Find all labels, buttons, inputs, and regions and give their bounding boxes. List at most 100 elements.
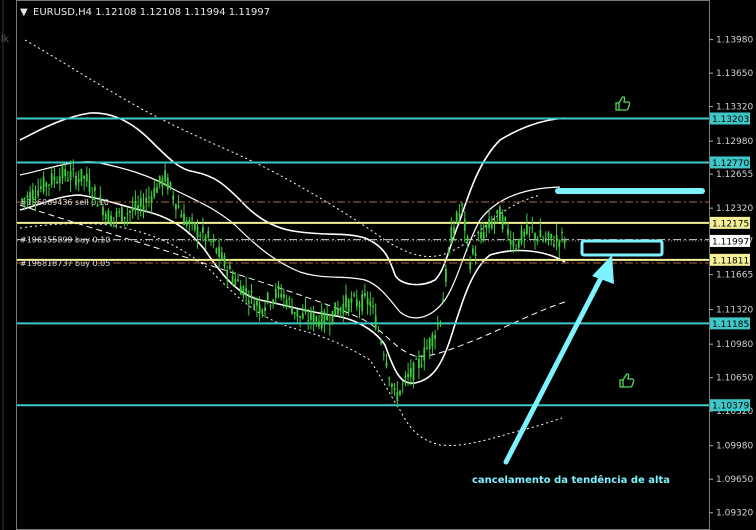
horizontal-levels — [17, 117, 709, 407]
candle-body — [104, 213, 107, 220]
candle-body — [374, 315, 377, 330]
candle-body — [247, 300, 250, 304]
candle-body — [253, 303, 256, 310]
candle-body — [274, 288, 277, 299]
axis-tick-label: 1.11665 — [716, 271, 753, 281]
candle-body — [328, 322, 331, 325]
candle-body — [450, 227, 453, 244]
candle-body — [261, 309, 264, 314]
candle-body — [485, 225, 488, 229]
candle-body — [380, 341, 382, 344]
candle-body — [409, 368, 412, 377]
candle-body — [501, 215, 504, 230]
candle-body — [466, 236, 469, 242]
candle-body — [45, 182, 48, 187]
bollinger-lower-outer — [19, 223, 563, 446]
candle-body — [499, 206, 501, 222]
candle-body — [358, 304, 361, 307]
candle-body — [385, 362, 388, 367]
candle-body — [388, 377, 391, 380]
candle-body — [183, 214, 185, 226]
candle-body — [131, 207, 134, 211]
candle-body — [180, 214, 183, 218]
axis-tick-label: 1.09320 — [716, 509, 753, 519]
axis-tick-label: 1.10980 — [716, 340, 753, 350]
candle-body — [474, 253, 477, 257]
candle-body — [288, 298, 291, 300]
candle-body — [445, 268, 447, 282]
candle-body — [393, 387, 396, 390]
chart-menu-icon[interactable]: ▼ — [20, 7, 28, 18]
candle-body — [199, 235, 202, 237]
candle-body — [334, 302, 337, 316]
axis-tick-label: 1.12320 — [716, 204, 753, 214]
candle-body — [31, 189, 34, 200]
candle-body — [372, 305, 374, 308]
level-price-tag-label: 1.11185 — [712, 320, 749, 330]
candle-body — [94, 187, 96, 191]
candle-body — [50, 173, 53, 185]
candle-body — [296, 309, 299, 317]
candle-body — [121, 207, 123, 222]
candle-body — [520, 230, 523, 243]
candle-body — [64, 169, 67, 177]
candle-body — [212, 240, 215, 242]
symbol-info: EURUSD,H4 1.12108 1.12108 1.11994 1.1199… — [33, 7, 270, 18]
candle-body — [512, 240, 515, 247]
candle-body — [307, 319, 310, 322]
candle-body — [323, 311, 326, 325]
candle-body — [139, 198, 142, 207]
candle-body — [231, 276, 234, 282]
candle-body — [531, 227, 534, 229]
candle-body — [172, 195, 175, 200]
candle-body — [215, 248, 218, 253]
candle-body — [126, 213, 129, 215]
candle-body — [353, 294, 355, 296]
candle-body — [412, 362, 415, 381]
candle-body — [291, 307, 293, 314]
candle-body — [526, 224, 528, 234]
candle-body — [480, 232, 482, 239]
candle-body — [280, 293, 283, 298]
level-price-tag-label: 1.13203 — [712, 115, 749, 125]
candle-body — [26, 194, 29, 199]
candle-body — [129, 211, 131, 213]
candle-body — [517, 238, 520, 248]
candle-body — [407, 373, 409, 378]
candle-body — [482, 231, 485, 239]
candle-body — [110, 215, 112, 226]
candle-body — [312, 313, 315, 325]
candle-body — [415, 358, 418, 360]
candle-body — [496, 210, 499, 214]
candle-body — [256, 300, 258, 306]
candle-body — [277, 285, 280, 290]
candle-body — [563, 239, 566, 244]
thumbs-up-icon — [615, 96, 631, 111]
candle-body — [399, 390, 401, 395]
axis-tick-label: 1.12655 — [716, 170, 753, 180]
candle-body — [418, 358, 420, 368]
axis-tick-label: 1.12980 — [716, 137, 753, 147]
candle-body — [210, 240, 212, 242]
axis-tick-label: 1.13320 — [716, 103, 753, 113]
price-chart[interactable]: ilk ▼ EURUSD,H4 1.12108 1.12108 1.11994 … — [0, 0, 756, 530]
candle-body — [145, 197, 148, 203]
candle-body — [191, 217, 193, 220]
candle-body — [226, 269, 229, 276]
candle-body — [223, 255, 226, 266]
candle-body — [431, 334, 434, 347]
candle-body — [148, 197, 150, 199]
axis-tick-label: 1.13650 — [716, 69, 753, 79]
candle-body — [337, 308, 339, 315]
candle-body — [555, 235, 558, 240]
candle-body — [477, 239, 480, 241]
candle-body — [447, 249, 450, 254]
candle-body — [153, 187, 156, 198]
candle-body — [285, 299, 288, 307]
candle-body — [423, 347, 426, 361]
candle-body — [342, 303, 345, 314]
candle-body — [83, 176, 85, 179]
arrow-icon — [503, 255, 614, 465]
candle-body — [112, 217, 115, 219]
level-price-tag-label: 1.10379 — [712, 402, 749, 412]
